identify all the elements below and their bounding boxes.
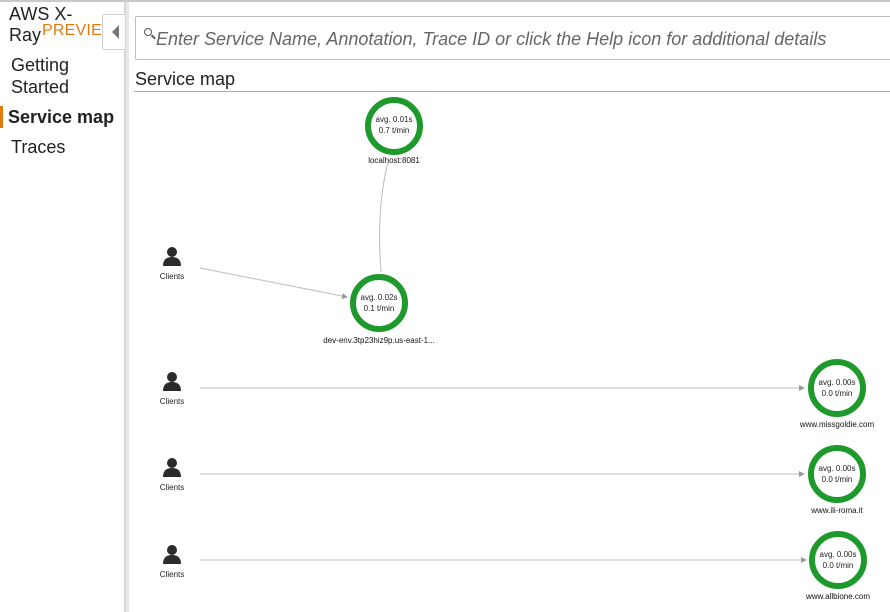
service-avg-latency: avg. 0.00s — [819, 464, 856, 473]
clients-node[interactable]: Clients — [160, 458, 184, 492]
service-avg-latency: avg. 0.00s — [820, 550, 857, 559]
service-node-allbione[interactable]: avg. 0.00s 0.0 t/min www.allbione.com — [805, 531, 870, 601]
service-request-rate: 0.0 t/min — [823, 561, 854, 570]
health-ring — [808, 445, 866, 503]
service-request-rate: 0.0 t/min — [822, 475, 853, 484]
service-request-rate: 0.1 t/min — [364, 304, 395, 313]
user-icon — [163, 458, 181, 477]
service-avg-latency: avg. 0.01s — [376, 115, 413, 124]
edge-clients-to-dev-env — [199, 267, 348, 299]
edge-dev-env-to-localhost — [379, 161, 389, 273]
service-name: www.ili-roma.it — [810, 506, 863, 515]
user-icon — [163, 372, 181, 391]
health-ring — [808, 359, 866, 417]
service-node-missgoldie[interactable]: avg. 0.00s 0.0 t/min www.missgoldie.com — [799, 359, 875, 429]
service-name: dev-env.3tp23hiz9p.us-east-1... — [323, 336, 434, 345]
clients-label: Clients — [160, 483, 184, 492]
service-node-dev-env[interactable]: avg. 0.02s 0.1 t/min dev-env.3tp23hiz9p.… — [323, 274, 435, 345]
service-map-canvas[interactable]: Clients Clients Clients Clients avg. 0.0… — [0, 0, 890, 612]
service-name: www.missgoldie.com — [799, 420, 875, 429]
service-name: localhost:8081 — [368, 156, 420, 165]
health-ring — [809, 531, 867, 589]
health-ring — [350, 274, 408, 332]
service-node-ili-roma[interactable]: avg. 0.00s 0.0 t/min www.ili-roma.it — [808, 445, 866, 515]
clients-label: Clients — [160, 397, 184, 406]
service-avg-latency: avg. 0.00s — [819, 378, 856, 387]
service-name: www.allbione.com — [805, 592, 870, 601]
service-node-localhost[interactable]: avg. 0.01s 0.7 t/min localhost:8081 — [365, 97, 423, 165]
clients-node[interactable]: Clients — [160, 545, 184, 579]
service-request-rate: 0.7 t/min — [379, 126, 410, 135]
clients-node[interactable]: Clients — [160, 372, 184, 406]
clients-label: Clients — [160, 570, 184, 579]
clients-label: Clients — [160, 272, 184, 281]
service-request-rate: 0.0 t/min — [822, 389, 853, 398]
service-avg-latency: avg. 0.02s — [361, 293, 398, 302]
user-icon — [163, 247, 181, 266]
user-icon — [163, 545, 181, 564]
clients-node[interactable]: Clients — [160, 247, 184, 281]
